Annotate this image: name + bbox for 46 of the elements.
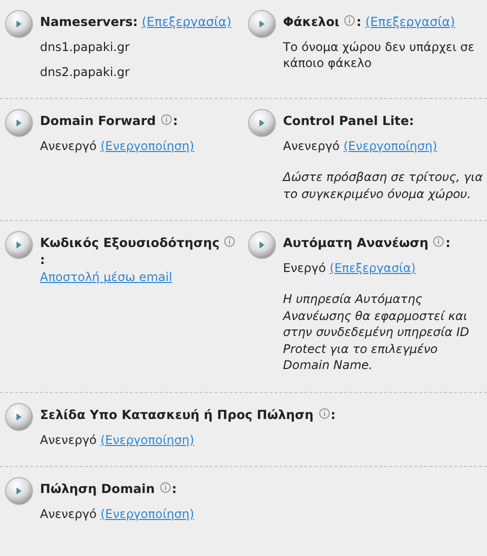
info-icon[interactable] [160, 114, 172, 125]
section-title: Κωδικός Εξουσιοδότησης [40, 235, 220, 250]
section-title: Σελίδα Υπο Κατασκευή ή Προς Πώληση [40, 406, 314, 422]
expand-button[interactable] [4, 476, 34, 506]
info-icon[interactable] [318, 408, 330, 418]
status-link[interactable]: (Ενεργοποίηση) [100, 139, 194, 153]
colon-label: : [330, 406, 336, 422]
status-text: Ανενεργό [40, 506, 97, 520]
expand-button[interactable] [4, 9, 34, 39]
status-link[interactable]: (Ενεργοποίηση) [343, 139, 438, 153]
info-icon[interactable] [433, 236, 444, 247]
info-icon[interactable] [344, 15, 356, 26]
colon-label: : [445, 235, 450, 250]
expand-button[interactable] [247, 108, 277, 138]
status-link[interactable]: (Ενεργοποίηση) [100, 432, 194, 446]
colon-label: : [40, 252, 45, 267]
note-text: Δώστε πρόσβαση σε τρίτους, για το συγκεκριμένο όνομα χώρου. [283, 169, 484, 202]
info-icon[interactable] [160, 482, 171, 492]
status-text: Ανενεργό [40, 139, 97, 153]
expand-button[interactable] [4, 230, 34, 260]
section-title: Αυτόματη Ανανέωση [283, 235, 428, 250]
info-icon[interactable] [224, 236, 236, 247]
status-text: Ανενεργό [283, 139, 340, 153]
section-title: Control Panel Lite: [283, 113, 414, 128]
status-text: Ανενεργό [40, 432, 97, 446]
status-link[interactable]: (Επεξεργασία) [330, 261, 416, 275]
colon-label: : [356, 14, 362, 29]
section-title: Nameservers: [40, 14, 138, 29]
status-link[interactable]: (Ενεργοποίηση) [100, 506, 194, 520]
expand-button[interactable] [247, 230, 277, 260]
info-text: Το όνομα χώρου δεν υπάρχει σε κάποιο φάκελο [283, 39, 476, 71]
info-text: dns2.papaki.gr [40, 64, 131, 80]
edit-link[interactable]: (Επεξεργασία) [365, 14, 456, 29]
note-text: Η υπηρεσία Αυτόματης Ανανέωσης θα εφαρμοστεί και στην συνδεδεμένη υπηρεσία ID Protect για το επιλεγμένο Domain Name. [283, 291, 470, 374]
section-title: Φάκελοι [283, 14, 340, 29]
expand-button[interactable] [4, 402, 34, 432]
edit-link[interactable]: (Επεξεργασία) [142, 14, 232, 29]
expand-button[interactable] [4, 108, 34, 138]
section-title: Πώληση Domain [40, 480, 155, 496]
colon-label: : [172, 480, 177, 496]
status-text: Ενεργό [283, 261, 326, 275]
expand-button[interactable] [247, 9, 277, 39]
info-text: dns1.papaki.gr [40, 39, 131, 55]
email-link[interactable]: Αποστολή μέσω email [40, 270, 172, 284]
colon-label: : [172, 113, 178, 128]
section-title: Domain Forward [40, 113, 156, 128]
